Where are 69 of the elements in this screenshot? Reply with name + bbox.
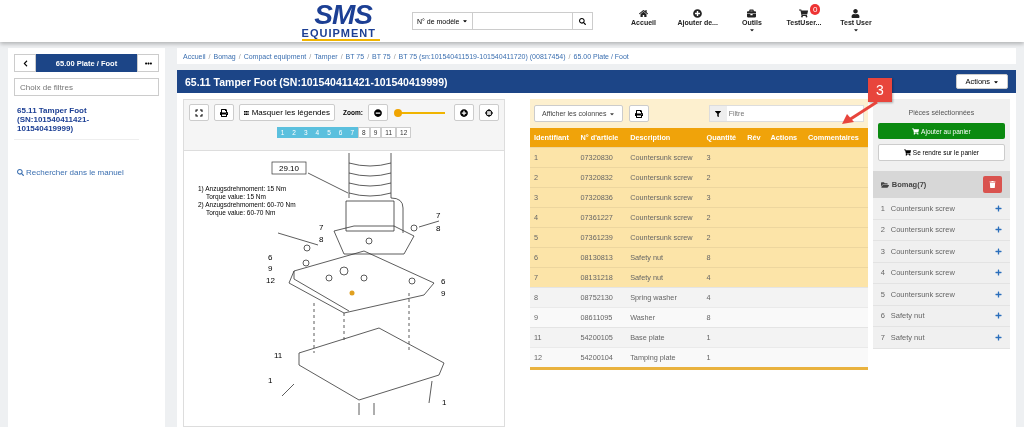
fullscreen-button[interactable]	[189, 104, 209, 121]
search-field[interactable]	[472, 12, 573, 30]
add-button[interactable]	[995, 290, 1002, 298]
user-icon	[851, 9, 861, 18]
crosshairs-icon	[485, 108, 493, 117]
add-button[interactable]	[995, 333, 1002, 341]
caret-icon	[993, 78, 999, 85]
callout-label[interactable]: 1	[442, 398, 447, 407]
callout-label[interactable]: 29.10	[271, 161, 307, 175]
printer-icon	[635, 109, 644, 118]
plus-icon	[995, 290, 1002, 298]
callout-label[interactable]: 11	[274, 351, 283, 360]
cart-icon	[799, 9, 809, 18]
plus-icon	[995, 204, 1002, 212]
add-button[interactable]	[995, 226, 1002, 234]
page-title: 65.11 Tamper Foot (SN:101540411421-101540419999)	[185, 75, 448, 88]
zoom-slider[interactable]	[396, 111, 445, 114]
annotation-badge: 3	[868, 78, 892, 102]
callout-label[interactable]: 8	[436, 224, 441, 233]
filter-icon	[715, 110, 722, 117]
plus-icon	[995, 226, 1002, 234]
print-button[interactable]	[629, 105, 650, 122]
zoom-in-button[interactable]	[454, 104, 474, 121]
back-button[interactable]	[14, 54, 36, 72]
chevron-left-icon	[21, 59, 29, 67]
search-button[interactable]	[572, 12, 593, 30]
callout-label[interactable]: 6	[268, 253, 273, 262]
search-manual-link[interactable]: Rechercher dans le manuel	[14, 168, 159, 177]
more-button[interactable]	[137, 54, 159, 72]
sms-equipment-logo[interactable]: SMS EQUIPMENT	[215, 1, 380, 41]
expand-icon	[195, 108, 203, 117]
search-icon	[17, 169, 24, 176]
cart-count-badge: 0	[809, 4, 821, 15]
callout-label[interactable]: 7	[319, 223, 324, 232]
cart-icon	[912, 127, 920, 135]
trash-icon	[989, 181, 996, 188]
add-button[interactable]	[995, 204, 1002, 212]
plus-icon	[995, 269, 1002, 277]
caret-icon	[609, 110, 616, 117]
printer-icon	[220, 108, 228, 117]
print-button[interactable]	[214, 104, 234, 121]
plus-icon	[995, 312, 1002, 320]
hotspot-marker-icon[interactable]	[349, 290, 355, 296]
toggle-legends-button[interactable]: Masquer les légendes	[239, 104, 335, 121]
callout-label[interactable]: 8	[319, 235, 324, 244]
delete-button[interactable]	[983, 176, 1002, 193]
grid-icon	[244, 108, 249, 117]
cart-icon	[903, 149, 911, 156]
callout-label[interactable]: 1	[268, 376, 273, 385]
plus-icon	[995, 247, 1002, 255]
caret-icon	[461, 18, 468, 24]
callout-label[interactable]: 9	[268, 264, 273, 273]
zoom-out-button[interactable]	[367, 104, 388, 121]
annotation-arrow	[842, 100, 878, 124]
add-button[interactable]	[995, 247, 1002, 255]
filter-field[interactable]: Choix de filtres	[14, 78, 159, 96]
add-button[interactable]	[995, 312, 1002, 320]
plus-icon	[995, 333, 1002, 341]
briefcase-icon	[747, 9, 757, 18]
current-section-link[interactable]: 65.11 Tamper Foot (SN:101540411421-101540419999)	[14, 102, 139, 140]
callout-label[interactable]: 6	[441, 277, 446, 286]
home-icon	[639, 9, 648, 18]
callout-label[interactable]: 7	[436, 211, 441, 220]
folder-icon	[880, 180, 889, 189]
callout-label[interactable]: 12	[266, 276, 275, 285]
search-icon	[578, 17, 586, 25]
recenter-button[interactable]	[479, 104, 499, 121]
callout-label[interactable]: 9	[441, 289, 446, 298]
add-button[interactable]	[995, 269, 1002, 277]
